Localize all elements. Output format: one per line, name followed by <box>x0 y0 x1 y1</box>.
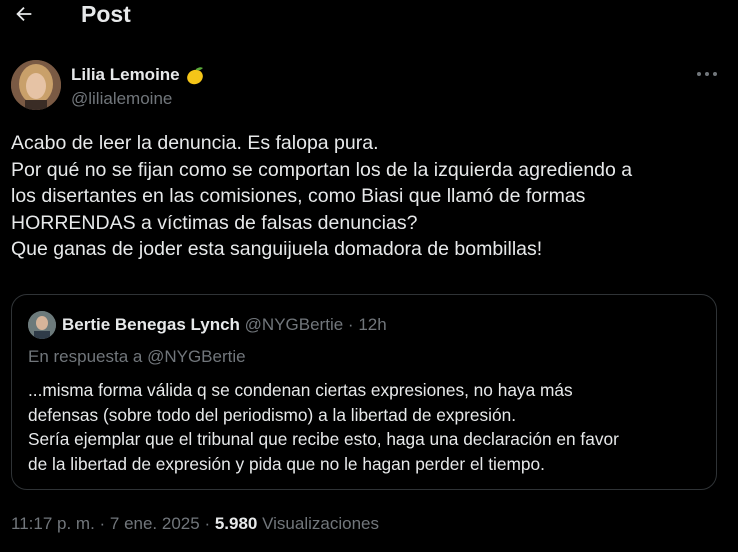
author-name[interactable]: Lilia Lemoine <box>71 64 206 86</box>
quoted-post-time: 12h <box>358 315 387 334</box>
quoted-text-line: Sería ejemplar que el tribunal que recib… <box>28 429 619 449</box>
post-timestamp[interactable]: 11:17 p. m. · 7 ene. 2025 <box>11 514 200 533</box>
reply-context: En respuesta a @NYGBertie <box>28 347 246 366</box>
arrow-left-icon <box>16 6 32 22</box>
quoted-author-handle: @NYGBertie <box>244 315 344 334</box>
post-metadata: 11:17 p. m. · 7 ene. 2025 · 5.980 Visual… <box>11 514 379 534</box>
separator-dot: · <box>347 315 354 334</box>
post-text-line: los disertantes en las comisiones, como … <box>11 185 586 207</box>
post-text: Acabo de leer la denuncia. Es falopa pur… <box>11 130 731 263</box>
quoted-text-line: defensas (sobre todo del periodismo) a l… <box>28 404 517 425</box>
top-bar: Post <box>0 0 738 30</box>
avatar-image <box>11 60 61 110</box>
more-options-button[interactable] <box>694 66 720 82</box>
post-text-line: HORRENDAS a víctimas de falsas denuncias… <box>11 211 418 234</box>
views-label: Visualizaciones <box>262 514 379 533</box>
lemon-emoji-icon <box>184 64 206 86</box>
quoted-author-avatar <box>28 311 56 339</box>
quoted-post-header: Bertie Benegas Lynch @NYGBertie · 12h <box>62 315 387 335</box>
author-name-text: Lilia Lemoine <box>71 65 180 84</box>
page-title: Post <box>81 1 131 27</box>
back-button[interactable] <box>12 2 36 26</box>
post-text-line: Por qué no se fijan como se comportan lo… <box>11 158 633 181</box>
author-handle[interactable]: @lilialemoine <box>71 89 172 109</box>
more-horizontal-icon <box>697 72 717 76</box>
quoted-text-line: ...misma forma válida q se condenan cier… <box>28 380 573 400</box>
author-avatar[interactable] <box>11 60 61 110</box>
quoted-post-text: ...misma forma válida q se condenan cier… <box>28 378 708 476</box>
separator-dot: · <box>204 514 211 533</box>
views-count: 5.980 <box>214 514 258 533</box>
post-text-line: Acabo de leer la denuncia. Es falopa pur… <box>11 132 379 154</box>
quoted-author-name: Bertie Benegas Lynch <box>62 315 240 334</box>
quoted-post[interactable]: Bertie Benegas Lynch @NYGBertie · 12h En… <box>11 294 717 490</box>
post-text-line: Que ganas de joder esta sanguijuela doma… <box>11 238 543 260</box>
quoted-text-line: de la libertad de expresión y pida que n… <box>28 453 545 474</box>
